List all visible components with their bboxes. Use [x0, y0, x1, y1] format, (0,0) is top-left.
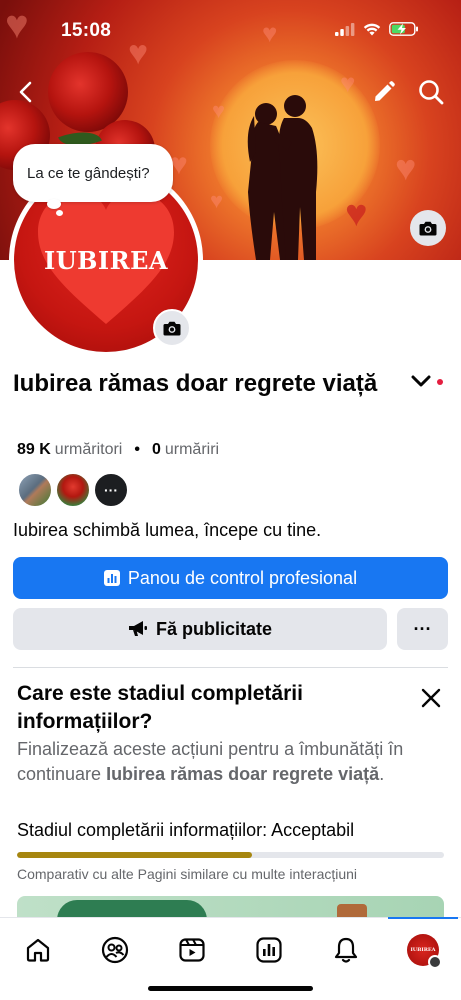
cover-heart-decoration: ♥ [210, 188, 224, 213]
cover-heart-decoration: ♥ [395, 147, 417, 188]
card-image-shape [337, 904, 367, 918]
chevron-down-icon[interactable] [410, 373, 432, 389]
more-followers-button[interactable]: ··· [93, 472, 129, 508]
completion-card-description: Finalizează aceste acțiuni pentru a îmbu… [17, 737, 427, 787]
avatar-camera-button[interactable] [153, 309, 191, 347]
tab-profile[interactable]: IUBIREA [403, 930, 443, 970]
card-image-preview[interactable] [17, 896, 444, 918]
followers-label: urmăritori [54, 441, 123, 458]
page-bio: Iubirea schimbă lumea, începe cu tine. [13, 520, 322, 540]
card-image-shape [57, 900, 207, 918]
signal-icon [335, 22, 355, 36]
status-bar: 15:08 [0, 0, 461, 60]
completion-card-title: Care este stadiul completării informații… [17, 682, 303, 733]
profile-avatar: IUBIREA [407, 934, 442, 969]
notifications-icon [334, 937, 358, 963]
following-count: 0 [151, 441, 161, 458]
cover-rose [48, 52, 128, 132]
notification-dot [437, 379, 443, 385]
completion-note: Comparativ cu alte Pagini similare cu mu… [17, 866, 358, 882]
wifi-icon [363, 23, 381, 35]
tab-friends[interactable] [95, 930, 135, 970]
tab-home[interactable] [18, 930, 58, 970]
more-options-button[interactable]: ··· [397, 608, 448, 650]
search-icon[interactable] [418, 79, 444, 105]
tab-dashboard[interactable] [249, 930, 289, 970]
bubble-tail [56, 210, 63, 216]
following-label: urmăriri [164, 441, 220, 458]
followers-count: 89 K [17, 441, 51, 458]
completion-status-label: Stadiul completării informațiilor: [17, 820, 268, 840]
thought-bubble-placeholder: La ce te gândești? [27, 164, 150, 182]
megaphone-icon [128, 621, 147, 636]
stats-separator: • [134, 441, 140, 458]
tab-notifications[interactable] [326, 930, 366, 970]
menu-badge [428, 955, 442, 969]
dashboard-chart-icon [103, 570, 120, 586]
follower-avatar[interactable] [55, 472, 91, 508]
completion-status: Stadiul completării informațiilor: Accep… [17, 820, 354, 841]
professional-dashboard-label: Panou de control profesional [127, 567, 358, 588]
bubble-tail [47, 199, 61, 209]
cover-heart-decoration: ♥ [212, 98, 226, 123]
friends-icon [101, 936, 129, 964]
video-icon [179, 938, 205, 962]
status-icons [335, 22, 419, 36]
follow-stats[interactable]: 89 K urmăritori • 0 urmăriri [17, 441, 219, 459]
cover-camera-button[interactable] [410, 210, 446, 246]
back-icon[interactable] [16, 80, 36, 104]
avatar-text: IUBIREA [43, 246, 169, 275]
completion-desc-page-name: Iubirea rămas doar regrete viață [106, 764, 380, 784]
dashboard-icon [256, 937, 282, 963]
home-icon [26, 938, 50, 962]
advertise-button[interactable]: Fă publicitate [13, 608, 387, 650]
professional-dashboard-button[interactable]: Panou de control profesional [13, 557, 448, 599]
edit-pencil-icon[interactable] [372, 80, 396, 104]
page-title: Iubirea rămas doar regrete viață [13, 370, 378, 397]
completion-status-value: Acceptabil [271, 820, 355, 840]
couple-silhouette [247, 95, 318, 260]
cover-heart-decoration: ♥ [345, 193, 368, 235]
close-icon[interactable] [419, 686, 443, 710]
status-time: 15:08 [61, 20, 112, 41]
advertise-label: Fă publicitate [155, 618, 272, 639]
completion-progress-bar [17, 852, 444, 858]
cover-heart-decoration: ♥ [340, 68, 356, 98]
home-indicator [148, 986, 313, 991]
section-divider [13, 667, 448, 668]
follower-avatars[interactable]: ··· [17, 472, 131, 508]
tab-video[interactable] [172, 930, 212, 970]
completion-desc-suffix: . [379, 764, 385, 784]
thought-bubble-input[interactable]: La ce te gândești? [13, 144, 173, 202]
camera-icon [163, 321, 181, 335]
camera-icon [419, 221, 437, 235]
active-tab-indicator [388, 917, 458, 919]
tab-avatar-text: IUBIREA [410, 947, 436, 953]
follower-avatar[interactable] [17, 472, 53, 508]
battery-charging-icon [389, 22, 418, 36]
completion-progress-fill [17, 852, 252, 858]
